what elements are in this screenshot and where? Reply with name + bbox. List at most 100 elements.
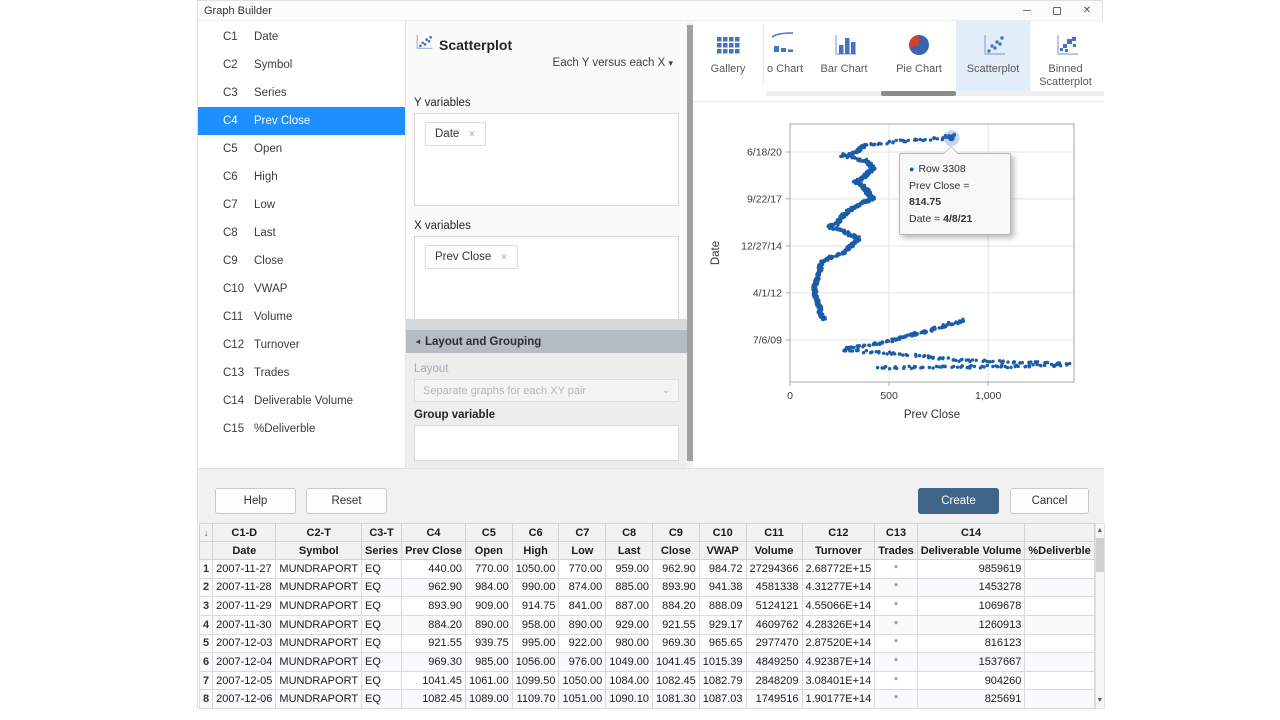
column-item-C9[interactable]: C9Close (198, 247, 405, 275)
table-cell[interactable]: 1049.00 (606, 653, 653, 672)
column-item-C7[interactable]: C7Low (198, 191, 405, 219)
cancel-button[interactable]: Cancel (1010, 488, 1089, 514)
scroll-down-icon[interactable]: ▼ (1096, 697, 1103, 704)
column-id-header[interactable]: C12 (802, 524, 875, 542)
table-cell[interactable]: 2007-11-30 (213, 615, 276, 634)
table-cell[interactable]: 1015.39 (699, 653, 746, 672)
table-cell[interactable]: 1082.45 (653, 671, 700, 690)
table-cell[interactable]: 984.72 (699, 560, 746, 579)
table-cell[interactable]: 770.00 (465, 560, 512, 579)
y-variable-chip[interactable]: Date ✕ (425, 122, 486, 146)
table-cell[interactable]: EQ (362, 634, 402, 653)
table-cell[interactable]: 929.17 (699, 615, 746, 634)
table-row[interactable]: 82007-12-06MUNDRAPORTEQ1082.451089.00110… (200, 690, 1095, 709)
column-name-header[interactable]: Turnover (802, 542, 875, 560)
table-cell[interactable]: 1.90177E+14 (802, 690, 875, 709)
column-name-header[interactable]: Trades (875, 542, 917, 560)
table-cell[interactable]: * (875, 560, 917, 579)
table-cell[interactable]: 887.00 (606, 597, 653, 616)
column-id-header[interactable]: C13 (875, 524, 917, 542)
table-cell[interactable]: 1081.30 (653, 690, 700, 709)
column-item-C14[interactable]: C14Deliverable Volume (198, 387, 405, 415)
table-cell[interactable]: EQ (362, 615, 402, 634)
table-cell[interactable]: 874.00 (559, 578, 606, 597)
table-cell[interactable]: 4.55066E+14 (802, 597, 875, 616)
row-number[interactable]: 3 (200, 597, 213, 616)
layout-grouping-header[interactable]: ◂ Layout and Grouping (406, 330, 687, 353)
table-cell[interactable]: 1050.00 (559, 671, 606, 690)
table-row[interactable]: 42007-11-30MUNDRAPORTEQ884.20890.00958.0… (200, 615, 1095, 634)
gallery-item-o-chart[interactable]: o Chart (764, 21, 806, 91)
column-id-header[interactable]: C4 (402, 524, 466, 542)
x-variable-chip[interactable]: Prev Close ✕ (425, 245, 518, 269)
column-id-header[interactable]: C1-D (213, 524, 276, 542)
table-cell[interactable]: 969.30 (402, 653, 466, 672)
table-cell[interactable]: 4.28326E+14 (802, 615, 875, 634)
column-name-header[interactable]: Symbol (276, 542, 362, 560)
restore-button[interactable] (1042, 1, 1072, 20)
column-name-header[interactable]: %Deliverble (1025, 542, 1094, 560)
table-cell[interactable]: 1082.79 (699, 671, 746, 690)
table-row[interactable]: 12007-11-27MUNDRAPORTEQ440.00770.001050.… (200, 560, 1095, 579)
table-cell[interactable]: 1082.45 (402, 690, 466, 709)
table-cell[interactable]: 1069678 (917, 597, 1025, 616)
table-cell[interactable]: * (875, 690, 917, 709)
table-cell[interactable]: 962.90 (402, 578, 466, 597)
column-item-C11[interactable]: C11Volume (198, 303, 405, 331)
table-cell[interactable]: 2007-12-05 (213, 671, 276, 690)
table-cell[interactable]: 995.00 (512, 634, 559, 653)
layout-dropdown[interactable]: Separate graphs for each XY pair ⌄ (414, 379, 679, 402)
table-corner-cell[interactable]: ↓ (200, 524, 213, 542)
table-cell[interactable]: 921.55 (653, 615, 700, 634)
table-cell[interactable]: 965.65 (699, 634, 746, 653)
table-cell[interactable]: * (875, 671, 917, 690)
column-item-C5[interactable]: C5Open (198, 135, 405, 163)
table-cell[interactable]: 1051.00 (559, 690, 606, 709)
column-id-header[interactable]: C11 (746, 524, 802, 542)
table-cell[interactable]: 884.20 (653, 597, 700, 616)
table-cell[interactable]: 2.87520E+14 (802, 634, 875, 653)
column-name-header[interactable]: Open (465, 542, 512, 560)
table-cell[interactable]: 825691 (917, 690, 1025, 709)
row-number[interactable]: 8 (200, 690, 213, 709)
table-cell[interactable]: 904260 (917, 671, 1025, 690)
table-cell[interactable]: 2007-12-06 (213, 690, 276, 709)
table-cell[interactable]: 4849250 (746, 653, 802, 672)
table-cell[interactable]: * (875, 653, 917, 672)
group-variable-box[interactable] (414, 425, 679, 461)
table-cell[interactable]: 922.00 (559, 634, 606, 653)
table-cell[interactable]: 890.00 (465, 615, 512, 634)
column-name-header[interactable]: Date (213, 542, 276, 560)
table-cell[interactable] (1025, 634, 1094, 653)
table-scrollbar-thumb[interactable] (1096, 538, 1104, 572)
close-button[interactable]: ✕ (1072, 1, 1102, 20)
column-name-header[interactable]: Deliverable Volume (917, 542, 1025, 560)
gallery-item-gallery[interactable]: Gallery (693, 21, 763, 91)
column-id-header[interactable]: C14 (917, 524, 1025, 542)
gallery-item-bar-chart[interactable]: Bar Chart (806, 21, 882, 91)
table-cell[interactable]: 921.55 (402, 634, 466, 653)
table-cell[interactable]: EQ (362, 690, 402, 709)
column-item-C10[interactable]: C10VWAP (198, 275, 405, 303)
column-id-header[interactable] (1025, 524, 1094, 542)
table-row[interactable]: 22007-11-28MUNDRAPORTEQ962.90984.00990.0… (200, 578, 1095, 597)
column-name-header[interactable]: Last (606, 542, 653, 560)
table-cell[interactable]: 884.20 (402, 615, 466, 634)
table-cell[interactable]: MUNDRAPORT (276, 615, 362, 634)
table-cell[interactable]: 929.00 (606, 615, 653, 634)
table-cell[interactable]: 914.75 (512, 597, 559, 616)
table-cell[interactable]: 5124121 (746, 597, 802, 616)
table-cell[interactable]: 2007-12-04 (213, 653, 276, 672)
table-cell[interactable]: 1084.00 (606, 671, 653, 690)
remove-chip-icon[interactable]: ✕ (500, 252, 508, 263)
column-id-header[interactable]: C5 (465, 524, 512, 542)
table-cell[interactable]: 962.90 (653, 560, 700, 579)
table-cell[interactable]: 841.00 (559, 597, 606, 616)
column-item-C15[interactable]: C15%Deliverble (198, 415, 405, 443)
table-cell[interactable]: 1537667 (917, 653, 1025, 672)
table-cell[interactable]: MUNDRAPORT (276, 578, 362, 597)
table-cell[interactable]: EQ (362, 653, 402, 672)
table-cell[interactable]: 4581338 (746, 578, 802, 597)
table-cell[interactable] (1025, 578, 1094, 597)
column-name-header[interactable]: High (512, 542, 559, 560)
